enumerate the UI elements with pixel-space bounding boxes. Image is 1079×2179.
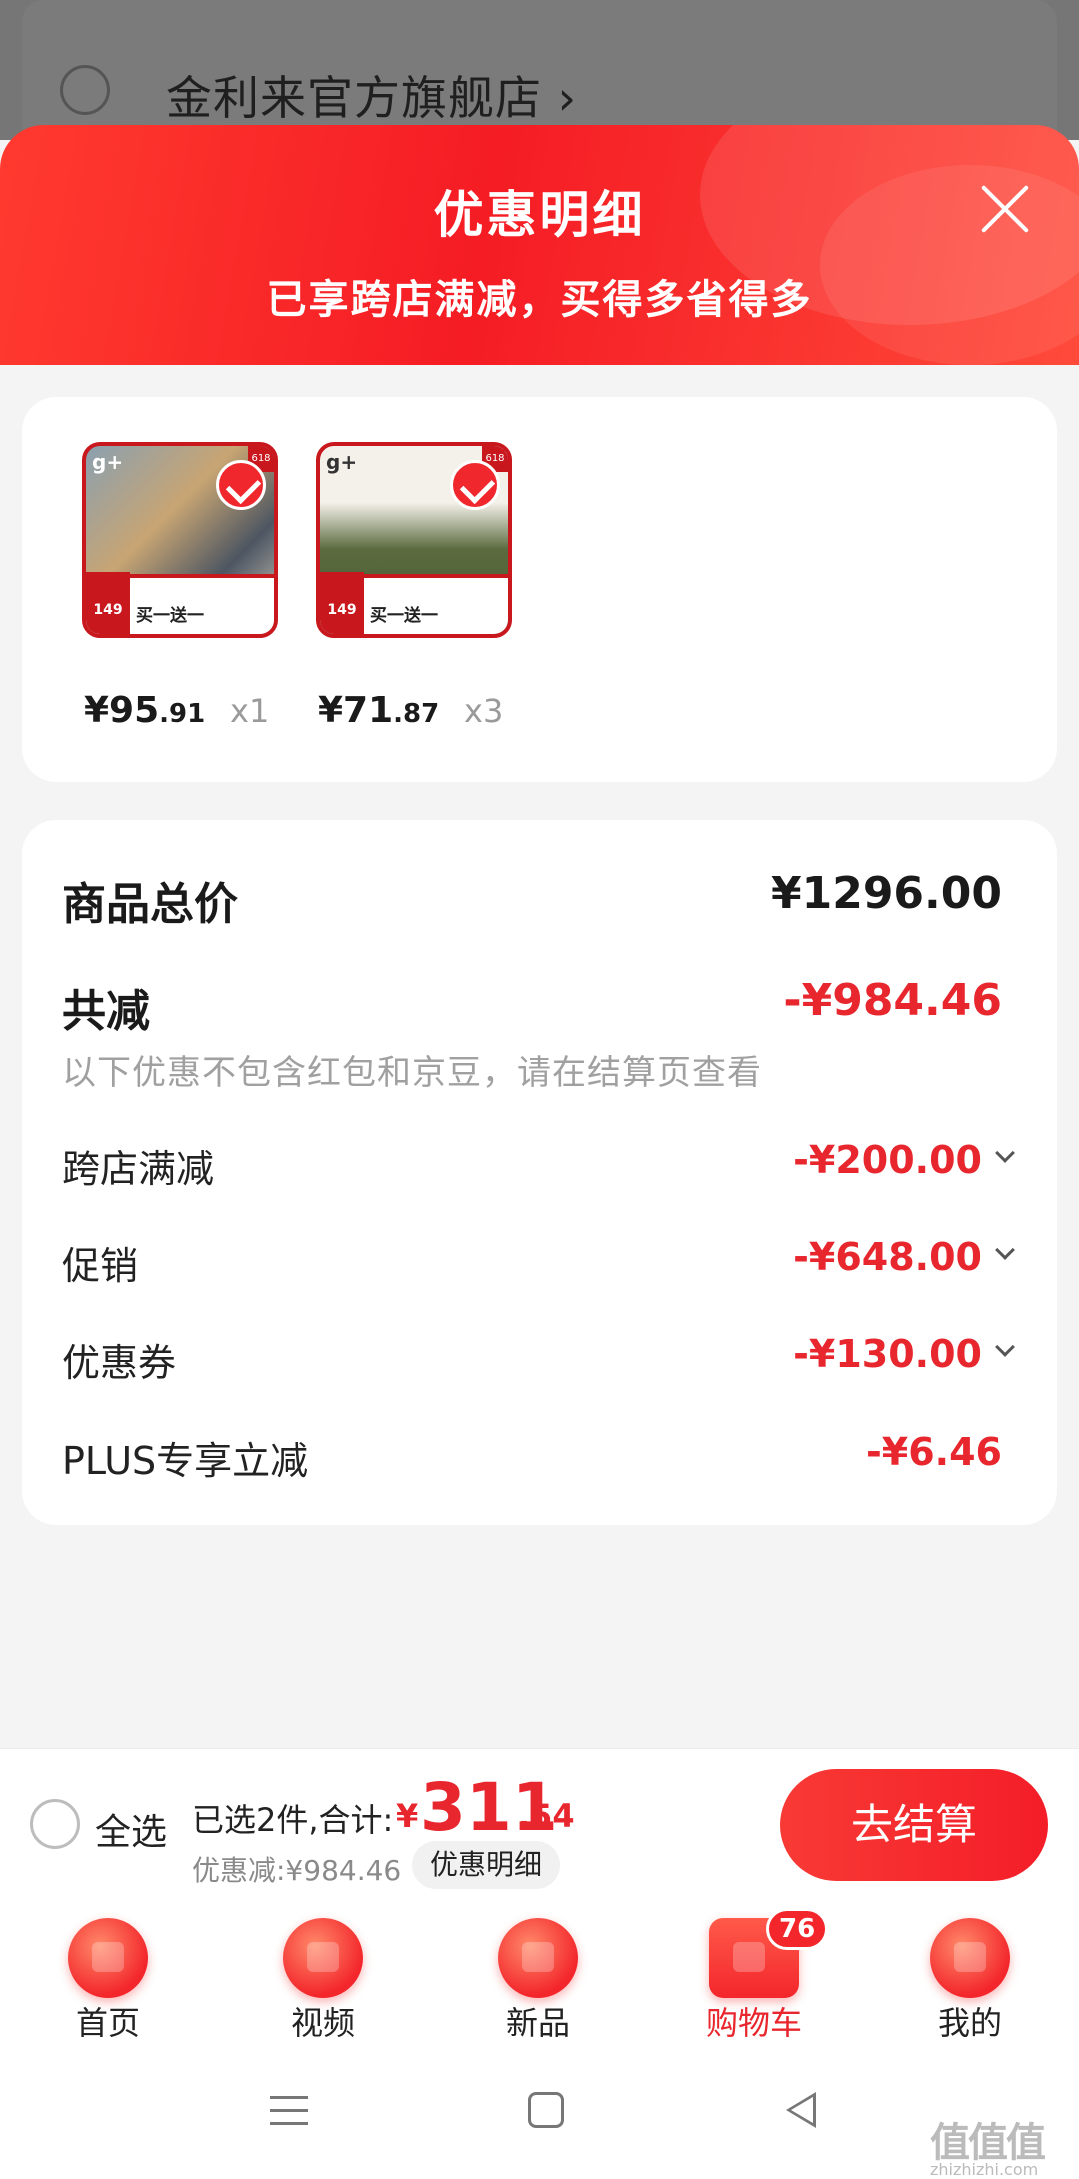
total-reduce-label: 共减 [62, 986, 150, 1037]
tab-home[interactable]: 首页 [38, 1898, 178, 2048]
discount-detail-button[interactable]: 优惠明细 [412, 1841, 561, 1889]
tab-label: 新品 [505, 2004, 570, 2042]
video-icon [283, 1918, 363, 1998]
checkout-button[interactable]: 去结算 [780, 1769, 1048, 1881]
watermark: 值值值 zhizhizhi.com [930, 2110, 1070, 2179]
back-icon[interactable] [786, 2092, 816, 2128]
total-reduce-row: 共减 -¥984.46 [62, 975, 1022, 1037]
discount-value: -¥6.46 [866, 1430, 1002, 1474]
chevron-down-icon[interactable] [995, 1240, 1015, 1260]
price-integer: ¥95 [84, 690, 160, 731]
home-icon [68, 1918, 148, 1998]
price-tag: 149 [86, 572, 130, 634]
sheet-subtitle: 已享跨店满减，买得多省得多 [266, 277, 813, 323]
discount-value: -¥648.00 [793, 1235, 982, 1279]
tab-label: 购物车 [705, 2004, 802, 2042]
tab-label: 视频 [290, 2004, 355, 2042]
check-icon [450, 460, 500, 510]
brand-logo: g+ [326, 450, 358, 474]
discount-value: -¥130.00 [793, 1332, 982, 1376]
select-all-label[interactable]: 全选 [95, 1803, 167, 1855]
tab-label: 首页 [75, 2004, 140, 2042]
select-all-radio[interactable] [30, 1799, 80, 1849]
price-integer: ¥71 [318, 690, 394, 731]
total-reduce-value: -¥984.46 [783, 975, 1002, 1026]
discount-row-plus: PLUS专享立减 -¥6.46 [62, 1430, 1022, 1483]
chevron-down-icon[interactable] [995, 1143, 1015, 1163]
profile-icon [930, 1918, 1010, 1998]
total-currency: ¥ [396, 1797, 419, 1835]
product-quantity: x1 [230, 692, 270, 730]
total-price-value: ¥1296.00 [770, 868, 1002, 919]
discount-row-promotion[interactable]: 促销 -¥648.00 [62, 1235, 1022, 1288]
total-price-label: 商品总价 [62, 879, 238, 930]
total-amount-decimal: .54 [518, 1797, 575, 1835]
selected-products-card: g+ 618 买一送一 149 ¥95.91 x1 g+ 618 买一送一 14… [22, 397, 1057, 782]
tab-cart[interactable]: 76 购物车 [684, 1898, 829, 2048]
discount-amount-text: 优惠减:¥984.46 [192, 1854, 402, 1887]
new-product-icon [498, 1918, 578, 1998]
product-quantity: x3 [464, 692, 504, 730]
promo-ribbon-text: 买一送一 [136, 606, 204, 626]
close-icon[interactable] [975, 179, 1035, 239]
tab-label: 我的 [937, 2004, 1002, 2042]
discount-label: 跨店满减 [62, 1147, 215, 1191]
watermark-text: zhizhizhi.com [930, 2160, 1039, 2179]
bottom-tab-bar: 首页 视频 新品 76 购物车 我的 [0, 1898, 1079, 2048]
price-decimal: .87 [393, 699, 440, 729]
check-icon [216, 460, 266, 510]
total-price-row: 商品总价 ¥1296.00 [62, 868, 1022, 930]
discount-value: -¥200.00 [793, 1138, 982, 1182]
discount-label: 优惠券 [62, 1341, 177, 1385]
store-select-radio[interactable] [60, 65, 110, 115]
discount-row-cross-store[interactable]: 跨店满减 -¥200.00 [62, 1138, 1022, 1191]
selected-count-text: 已选2件,合计: [192, 1801, 394, 1839]
discount-label: 促销 [62, 1244, 139, 1288]
checkout-bar: 全选 已选2件,合计: ¥ 311 .54 优惠减:¥984.46 优惠明细 去… [0, 1748, 1079, 1898]
product-price: ¥95.91 [84, 690, 205, 731]
promo-ribbon-text: 买一送一 [370, 606, 438, 626]
cart-discount-sheet-screen: 金利来官方旗舰店 › 优惠明细 已享跨店满减，买得多省得多 g+ 618 买一送… [0, 0, 1079, 2179]
price-tag: 149 [320, 572, 364, 634]
tab-profile[interactable]: 我的 [900, 1898, 1040, 2048]
brand-logo: g+ [92, 450, 124, 474]
store-name[interactable]: 金利来官方旗舰店 › [166, 62, 577, 128]
cart-count-badge: 76 [766, 1908, 829, 1950]
product-price: ¥71.87 [318, 690, 439, 731]
discount-label: PLUS专享立减 [62, 1439, 309, 1483]
price-summary-card: 商品总价 ¥1296.00 共减 -¥984.46 以下优惠不包含红包和京豆，请… [22, 820, 1057, 1525]
discount-row-coupon[interactable]: 优惠券 -¥130.00 [62, 1332, 1022, 1385]
price-decimal: .91 [159, 699, 206, 729]
chevron-down-icon[interactable] [995, 1337, 1015, 1357]
discount-sheet-header: 优惠明细 已享跨店满减，买得多省得多 [0, 125, 1079, 365]
tab-new[interactable]: 新品 [468, 1898, 608, 2048]
system-navigation-bar [0, 2048, 1079, 2179]
home-button-icon[interactable] [528, 2092, 564, 2128]
menu-icon[interactable] [270, 2096, 308, 2126]
sheet-title: 优惠明细 [433, 186, 646, 244]
discount-note: 以下优惠不包含红包和京豆，请在结算页查看 [62, 1053, 762, 1093]
tab-video[interactable]: 视频 [253, 1898, 393, 2048]
